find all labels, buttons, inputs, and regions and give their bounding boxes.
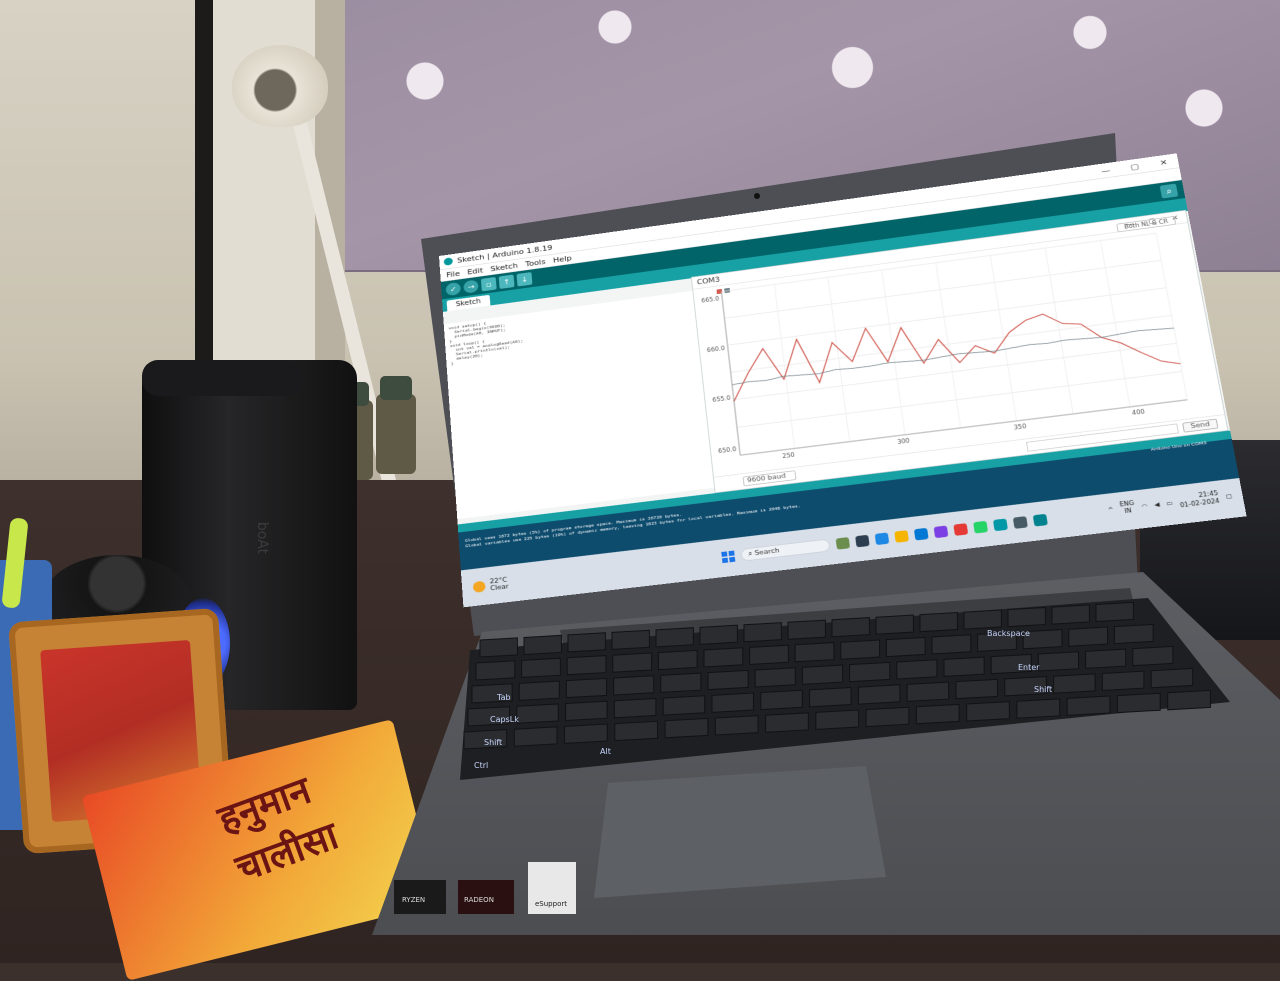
- plotter-title: COM3: [696, 276, 721, 287]
- lamp-shade: [232, 45, 328, 127]
- arduino-taskbar-icon[interactable]: [992, 518, 1008, 532]
- menu-file[interactable]: File: [446, 269, 460, 279]
- magnifier-icon: ⌕: [1165, 185, 1173, 196]
- menu-tools[interactable]: Tools: [525, 257, 546, 268]
- menu-help[interactable]: Help: [553, 254, 572, 265]
- arrow-up-icon: ↑: [502, 277, 511, 287]
- close-button[interactable]: ✕: [1148, 156, 1179, 168]
- battery-icon[interactable]: ▭: [1166, 499, 1174, 506]
- photos-icon[interactable]: [1012, 516, 1028, 529]
- x-tick-label: 300: [897, 438, 910, 446]
- arrow-down-icon: ↓: [520, 274, 529, 284]
- whatsapp-icon[interactable]: [973, 520, 989, 534]
- minimize-button[interactable]: —: [1091, 164, 1121, 176]
- search-placeholder: Search: [754, 547, 780, 558]
- y-tick-label: 660.0: [707, 346, 725, 354]
- x-tick-label: 250: [782, 453, 795, 461]
- moon-weather-icon: [472, 580, 486, 594]
- weather-widget[interactable]: 22°C Clear: [472, 577, 509, 595]
- arrow-right-icon: →: [467, 282, 475, 292]
- save-button[interactable]: ↓: [516, 272, 533, 287]
- chrome-icon[interactable]: [953, 523, 969, 536]
- bottle: [376, 376, 416, 474]
- tab-sketch[interactable]: Sketch: [446, 294, 491, 312]
- open-button[interactable]: ↑: [498, 274, 515, 289]
- edge-browser-icon[interactable]: [874, 532, 890, 546]
- new-file-icon: ▫: [485, 279, 492, 289]
- y-tick-label: 650.0: [718, 447, 737, 455]
- new-button[interactable]: ▫: [480, 276, 497, 292]
- speaker-top: [142, 360, 302, 396]
- windows-start-icon[interactable]: [721, 550, 736, 564]
- chevron-up-icon[interactable]: ^: [1107, 506, 1114, 513]
- speaker-brand: boAt: [254, 521, 271, 555]
- volume-icon[interactable]: ◀: [1154, 501, 1160, 508]
- settings-icon[interactable]: [913, 527, 929, 541]
- x-tick-label: 400: [1132, 409, 1146, 417]
- code-editor[interactable]: void setup() { Serial.begin(9600); pinMo…: [443, 290, 715, 520]
- serial-monitor-button[interactable]: ⌕: [1159, 183, 1179, 199]
- webcam: [754, 193, 760, 199]
- notification-icon[interactable]: ▢: [1225, 492, 1233, 499]
- task-view-icon[interactable]: [855, 534, 870, 548]
- y-tick-label: 665.0: [701, 296, 719, 304]
- system-tray: ^ ENG IN ◠ ◀ ▭ 21:45 01-02-2024 ▢: [1107, 488, 1234, 518]
- store-icon[interactable]: [933, 525, 949, 539]
- y-tick-label: 655.0: [712, 396, 731, 404]
- verify-button[interactable]: ✓: [445, 281, 462, 297]
- menu-edit[interactable]: Edit: [467, 266, 483, 276]
- maximize-button[interactable]: ▢: [1119, 160, 1149, 172]
- taskbar-search[interactable]: ⌕ Search: [740, 538, 831, 562]
- check-icon: ✓: [449, 284, 457, 294]
- file-explorer-icon[interactable]: [894, 530, 909, 543]
- upload-button[interactable]: →: [463, 279, 479, 294]
- arduino-logo-icon: [443, 257, 453, 266]
- clock[interactable]: 21:45 01-02-2024: [1178, 489, 1221, 509]
- weather-desc: Clear: [490, 583, 509, 593]
- y-axis: [721, 292, 740, 456]
- wifi-icon[interactable]: ◠: [1141, 502, 1148, 509]
- x-tick-label: 350: [1013, 424, 1027, 432]
- widgets-icon[interactable]: [835, 537, 851, 550]
- language-indicator[interactable]: ENG IN: [1119, 500, 1136, 516]
- serial-plotter-taskbar-icon[interactable]: [1032, 513, 1048, 527]
- send-button[interactable]: Send: [1182, 418, 1219, 433]
